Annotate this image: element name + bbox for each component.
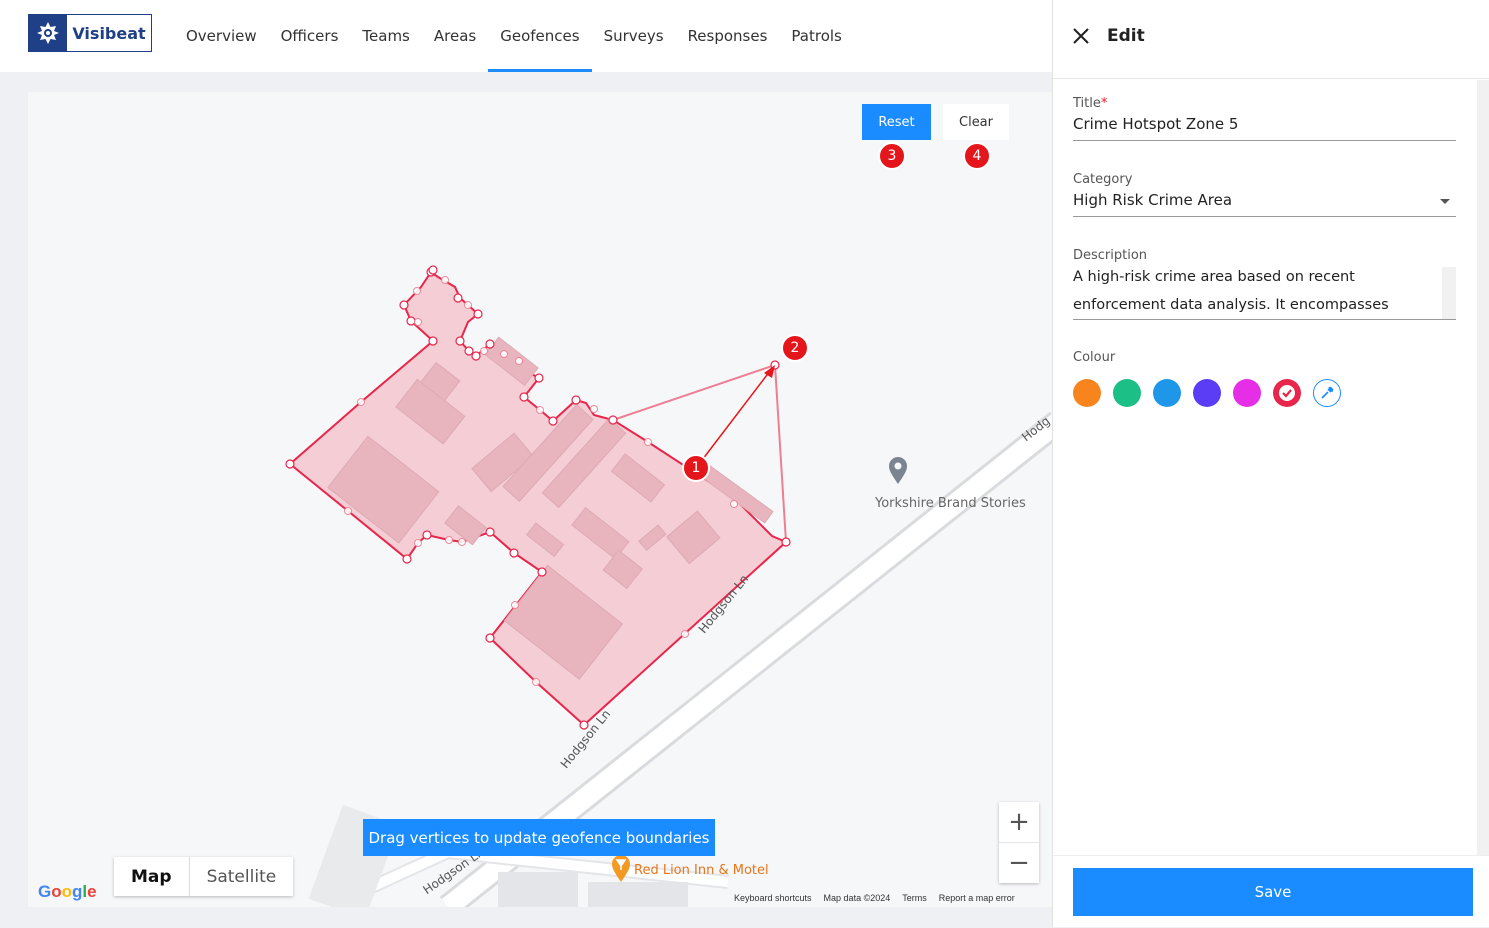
map-attribution: Keyboard shortcuts Map data ©2024 Terms … xyxy=(734,893,1015,903)
title-label-text: Title xyxy=(1073,96,1101,111)
nav-geofences[interactable]: Geofences xyxy=(488,0,592,72)
google-logo-letter: g xyxy=(72,882,83,901)
clear-button[interactable]: Clear xyxy=(943,104,1009,140)
google-logo-letter: o xyxy=(51,882,62,901)
terms-link[interactable]: Terms xyxy=(902,893,927,903)
description-text: A high-risk crime area based on recent e… xyxy=(1073,269,1389,313)
panel-footer: Save xyxy=(1053,855,1489,928)
keyboard-shortcuts-link[interactable]: Keyboard shortcuts xyxy=(734,893,812,903)
textarea-scrollbar[interactable] xyxy=(1442,267,1456,319)
location-pin-icon xyxy=(889,457,907,484)
map-data-text: Map data ©2024 xyxy=(823,893,891,903)
map-type-map[interactable]: Map xyxy=(114,857,189,896)
colour-label: Colour xyxy=(1073,350,1116,365)
geofence-polygon[interactable] xyxy=(285,265,791,730)
report-error-link[interactable]: Report a map error xyxy=(939,893,1015,903)
category-select[interactable]: High Risk Crime Area xyxy=(1073,187,1456,217)
description-label: Description xyxy=(1073,248,1148,263)
google-logo-letter: G xyxy=(38,882,52,901)
colour-swatch-orange[interactable] xyxy=(1073,379,1101,407)
category-label: Category xyxy=(1073,172,1133,187)
colour-swatch-purple[interactable] xyxy=(1193,379,1221,407)
required-marker: * xyxy=(1100,96,1108,111)
colour-swatch-green[interactable] xyxy=(1113,379,1141,407)
zoom-in-button[interactable]: + xyxy=(999,802,1039,842)
panel-scrollbar[interactable] xyxy=(1477,80,1489,855)
main-nav: Overview Officers Teams Areas Geofences … xyxy=(174,0,854,72)
step-marker-2: 2 xyxy=(781,334,809,362)
nav-patrols[interactable]: Patrols xyxy=(779,0,853,72)
panel-header: Edit xyxy=(1053,0,1489,79)
app-logo[interactable]: Visibeat xyxy=(28,14,152,52)
title-field: Title* Crime Hotspot Zone 5 xyxy=(1073,96,1456,141)
colour-swatch-blue[interactable] xyxy=(1153,379,1181,407)
nav-overview[interactable]: Overview xyxy=(174,0,269,72)
nav-officers[interactable]: Officers xyxy=(269,0,351,72)
instruction-banner: Drag vertices to update geofence boundar… xyxy=(363,819,715,856)
colour-swatches xyxy=(1073,379,1341,407)
step-marker-3: 3 xyxy=(878,142,906,170)
reset-button[interactable]: Reset xyxy=(862,104,931,140)
nav-responses[interactable]: Responses xyxy=(676,0,780,72)
nav-areas[interactable]: Areas xyxy=(422,0,488,72)
description-field: Description A high-risk crime area based… xyxy=(1073,248,1456,320)
title-label: Title* xyxy=(1073,96,1456,111)
map-type-control: Map Satellite xyxy=(114,857,294,896)
step-marker-4: 4 xyxy=(963,142,991,170)
save-button[interactable]: Save xyxy=(1073,868,1473,916)
step-marker-1: 1 xyxy=(682,454,710,482)
nav-surveys[interactable]: Surveys xyxy=(592,0,676,72)
description-textarea[interactable]: A high-risk crime area based on recent e… xyxy=(1073,263,1456,320)
panel-title: Edit xyxy=(1107,26,1145,46)
close-icon[interactable] xyxy=(1071,26,1091,46)
nav-teams[interactable]: Teams xyxy=(350,0,421,72)
edit-panel: Edit Title* Crime Hotspot Zone 5 Categor… xyxy=(1052,0,1489,927)
zoom-out-button[interactable]: − xyxy=(999,843,1039,883)
title-input[interactable]: Crime Hotspot Zone 5 xyxy=(1073,111,1456,141)
checkmark-icon xyxy=(1279,385,1295,401)
poi-red-lion-inn[interactable]: Red Lion Inn & Motel xyxy=(634,863,769,878)
google-logo-letter: e xyxy=(87,882,97,901)
police-badge-icon xyxy=(29,15,67,51)
chevron-down-icon[interactable] xyxy=(1440,199,1450,204)
colour-swatch-magenta[interactable] xyxy=(1233,379,1261,407)
category-value: High Risk Crime Area xyxy=(1073,191,1233,209)
google-logo[interactable]: Google xyxy=(38,882,97,902)
colour-swatch-red-selected[interactable] xyxy=(1273,379,1301,407)
app-name: Visibeat xyxy=(72,23,146,43)
eyedropper-icon[interactable] xyxy=(1313,379,1341,407)
map-canvas[interactable]: Hodgson Ln Hodgson Ln Hodgson Ln Hodg Yo… xyxy=(28,92,1052,907)
zoom-control: + − xyxy=(999,802,1039,883)
map-type-satellite[interactable]: Satellite xyxy=(188,857,294,896)
google-logo-letter: o xyxy=(61,882,73,901)
top-navigation-bar: Visibeat Overview Officers Teams Areas G… xyxy=(0,0,1052,72)
category-field: Category High Risk Crime Area xyxy=(1073,172,1456,217)
poi-yorkshire-brand-stories[interactable]: Yorkshire Brand Stories xyxy=(875,496,1026,511)
